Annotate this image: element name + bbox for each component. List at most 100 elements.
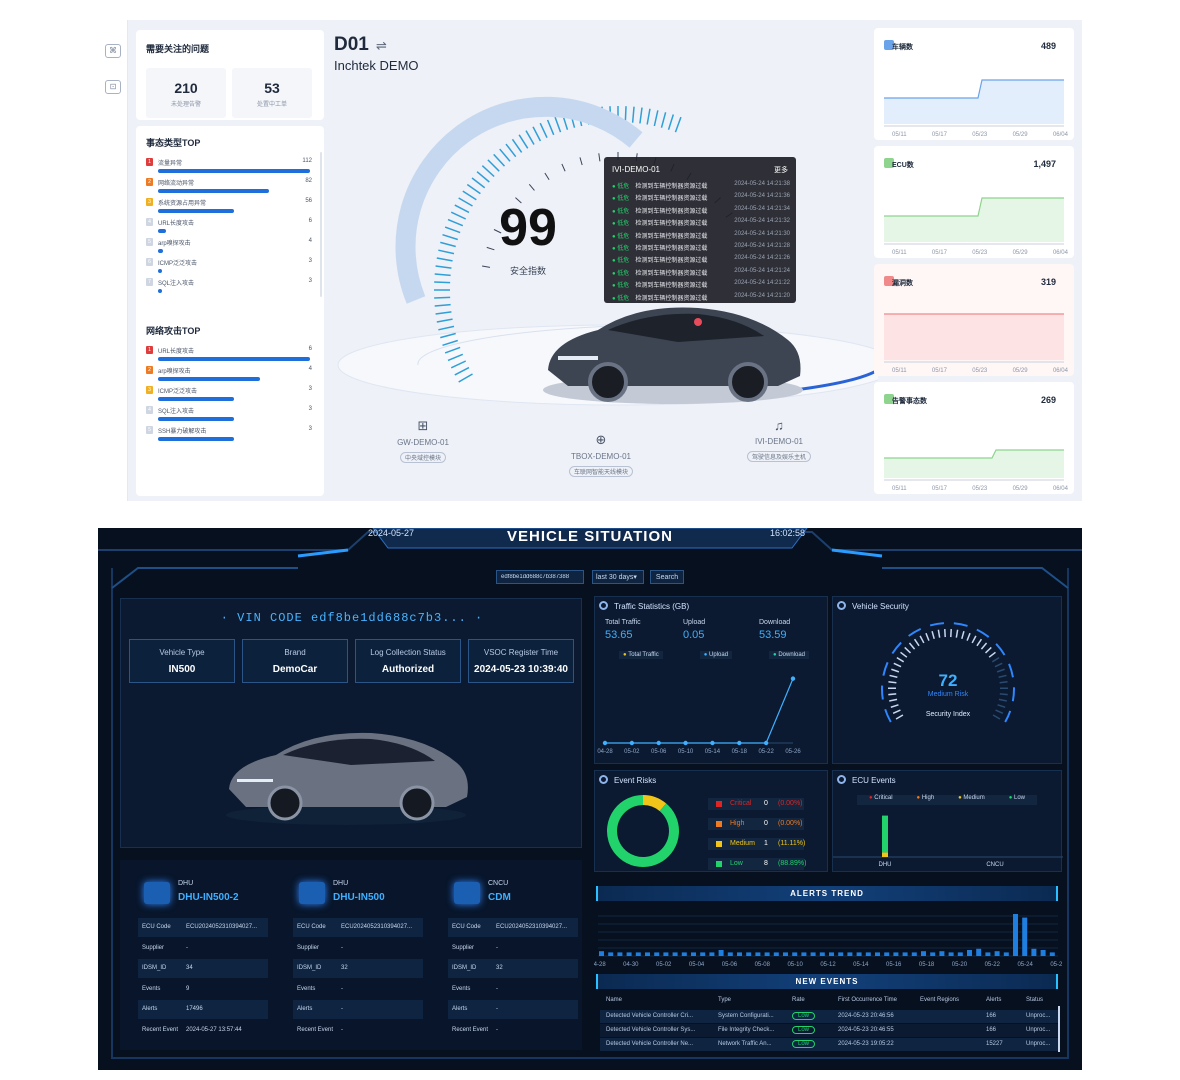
traffic-point[interactable]	[629, 740, 635, 746]
legend-total[interactable]: ● Total Traffic	[619, 651, 663, 659]
summary-card-1[interactable]: 车辆数 489 05/11 05/17 05/23 05/29 06/04	[874, 28, 1074, 140]
tooltip-alert-row[interactable]: ● 低危 检测到车辆控制器资源过载 2024-05-24 14:21:20	[612, 293, 790, 303]
alert-trend-bar[interactable]	[727, 952, 733, 956]
risk-row[interactable]: Medium 1 (11.11%)	[708, 838, 805, 850]
panel-icon[interactable]: ⊡	[105, 80, 121, 94]
ecu-legend-item[interactable]: ● Critical	[869, 795, 893, 805]
traffic-point[interactable]	[683, 740, 688, 746]
alert-trend-bar[interactable]	[957, 952, 963, 956]
alert-trend-bar[interactable]	[847, 952, 853, 956]
events-scrollbar[interactable]	[1058, 1006, 1060, 1052]
column-header[interactable]: Type	[718, 997, 731, 1003]
donut-slice[interactable]	[642, 795, 667, 812]
alert-trend-bar[interactable]	[672, 952, 678, 956]
alert-trend-bar[interactable]	[718, 950, 724, 956]
legend-download[interactable]: ● Download	[769, 651, 809, 659]
column-header[interactable]: First Occurrence Time	[838, 997, 897, 1003]
alert-trend-bar[interactable]	[709, 952, 715, 956]
top-list-item[interactable]: 5 arp嗅探攻击 4	[146, 238, 312, 258]
tooltip-alert-row[interactable]: ● 低危 检测到车辆控制器资源过载 2024-05-24 14:21:30	[612, 231, 790, 241]
date-range-select[interactable]: last 30 days▾	[592, 570, 644, 584]
risk-row[interactable]: High 0 (0.00%)	[708, 818, 804, 830]
alert-trend-bar[interactable]	[884, 952, 890, 956]
tooltip-alert-row[interactable]: ● 低危 检测到车辆控制器资源过载 2024-05-24 14:21:34	[612, 206, 790, 216]
alert-trend-bar[interactable]	[948, 952, 954, 956]
alert-trend-bar[interactable]	[663, 952, 669, 956]
alert-trend-bar[interactable]	[921, 951, 926, 956]
alert-trend-bar[interactable]	[994, 951, 1000, 956]
table-row[interactable]: Detected Vehicle Controller Ne... Network…	[600, 1038, 1058, 1051]
top-list-item[interactable]: 4 URL长度攻击 6	[146, 218, 312, 238]
ecu-legend-item[interactable]: ● Low	[1009, 795, 1025, 805]
alert-trend-bar[interactable]	[985, 952, 991, 956]
alert-trend-bar[interactable]	[608, 952, 614, 956]
grid-icon[interactable]: ⌘	[105, 44, 121, 58]
alert-trend-bar[interactable]	[810, 952, 816, 956]
top-list-item[interactable]: 7 SQL注入攻击 3	[146, 278, 312, 298]
alert-trend-bar[interactable]	[599, 951, 604, 956]
tooltip-more-link[interactable]: 更多	[774, 165, 788, 175]
column-header[interactable]: Rate	[792, 997, 805, 1003]
alert-trend-bar[interactable]	[1003, 952, 1009, 956]
alert-trend-bar[interactable]	[930, 952, 936, 956]
alert-trend-bar[interactable]	[819, 952, 825, 956]
alert-trend-bar[interactable]	[746, 952, 752, 956]
alert-trend-bar[interactable]	[755, 952, 761, 956]
legend-upload[interactable]: ● Upload	[699, 651, 733, 659]
alert-trend-bar[interactable]	[911, 952, 917, 956]
alert-trend-bar[interactable]	[875, 952, 880, 956]
alert-trend-bar[interactable]	[856, 952, 862, 956]
alert-trend-bar[interactable]	[681, 952, 687, 956]
alert-trend-bar[interactable]	[1022, 917, 1028, 956]
alert-trend-bar[interactable]	[801, 952, 807, 956]
table-row[interactable]: Detected Vehicle Controller Cri... System…	[600, 1010, 1058, 1023]
alert-trend-bar[interactable]	[1031, 948, 1037, 956]
table-row[interactable]: Detected Vehicle Controller Sys... File I…	[600, 1024, 1058, 1037]
alert-trend-bar[interactable]	[626, 952, 632, 956]
unhandled-alerts-stat[interactable]: 210 未处理告警	[146, 68, 226, 118]
top-list-item[interactable]: 3 ICMP泛泛攻击 3	[146, 386, 312, 406]
tooltip-alert-row[interactable]: ● 低危 检测到车辆控制器资源过载 2024-05-24 14:21:28	[612, 243, 790, 253]
alert-trend-bar[interactable]	[939, 951, 945, 956]
module-3[interactable]: ♫ IVI-DEMO-01 驾驶信息及娱乐主机	[724, 418, 834, 464]
ecu-legend-item[interactable]: ● Medium	[958, 795, 985, 805]
alert-trend-bar[interactable]	[764, 952, 770, 956]
search-button[interactable]: Search	[650, 570, 684, 584]
donut-slice[interactable]	[607, 795, 679, 867]
ecu-event-bar[interactable]	[882, 815, 888, 853]
summary-card-3[interactable]: 漏洞数 319 05/11 05/17 05/23 05/29 06/04	[874, 264, 1074, 376]
risk-row[interactable]: Low 8 (88.89%)	[708, 858, 806, 870]
summary-card-2[interactable]: ECU数 1,497 05/11 05/17 05/23 05/29 06/04	[874, 146, 1074, 258]
workorders-stat[interactable]: 53 处置中工单	[232, 68, 312, 118]
column-header[interactable]: Status	[1026, 997, 1043, 1003]
alert-trend-bar[interactable]	[1013, 914, 1018, 956]
top-list-item[interactable]: 4 SQL注入攻击 3	[146, 406, 312, 426]
top-list-item[interactable]: 3 系统资源占用异常 56	[146, 198, 312, 218]
traffic-point[interactable]	[763, 740, 769, 746]
alert-trend-bar[interactable]	[737, 952, 742, 956]
alert-trend-bar[interactable]	[792, 952, 798, 956]
alert-trend-bar[interactable]	[865, 952, 871, 956]
tooltip-alert-row[interactable]: ● 低危 检测到车辆控制器资源过载 2024-05-24 14:21:26	[612, 255, 790, 265]
tooltip-alert-row[interactable]: ● 低危 检测到车辆控制器资源过载 2024-05-24 14:21:24	[612, 268, 790, 278]
alert-trend-bar[interactable]	[635, 952, 641, 956]
ecu-event-bar[interactable]	[882, 852, 888, 857]
alert-trend-bar[interactable]	[976, 948, 982, 956]
alert-trend-bar[interactable]	[838, 952, 844, 956]
top-list-item[interactable]: 2 网络流动异常 82	[146, 178, 312, 198]
column-header[interactable]: Alerts	[986, 997, 1001, 1003]
alert-trend-bar[interactable]	[829, 952, 834, 956]
tooltip-alert-row[interactable]: ● 低危 检测到车辆控制器资源过载 2024-05-24 14:21:36	[612, 193, 790, 203]
risk-row[interactable]: Critical 0 (0.00%)	[708, 798, 804, 810]
alert-trend-bar[interactable]	[1049, 952, 1055, 956]
column-header[interactable]: Name	[606, 997, 622, 1003]
summary-card-4[interactable]: 告警事态数 269 05/11 05/17 05/23 05/29 06/04	[874, 382, 1074, 494]
traffic-point[interactable]	[790, 676, 796, 681]
top-list-item[interactable]: 6 ICMP泛泛攻击 3	[146, 258, 312, 278]
alert-trend-bar[interactable]	[700, 952, 706, 956]
alert-trend-bar[interactable]	[902, 952, 908, 956]
top-list-item[interactable]: 2 arp嗅探攻击 4	[146, 366, 312, 386]
module-2[interactable]: ⊕ TBOX-DEMO-01 车联网智能天线模块	[546, 432, 656, 479]
tooltip-alert-row[interactable]: ● 低危 检测到车辆控制器资源过载 2024-05-24 14:21:22	[612, 280, 790, 290]
alert-trend-bar[interactable]	[893, 952, 899, 956]
